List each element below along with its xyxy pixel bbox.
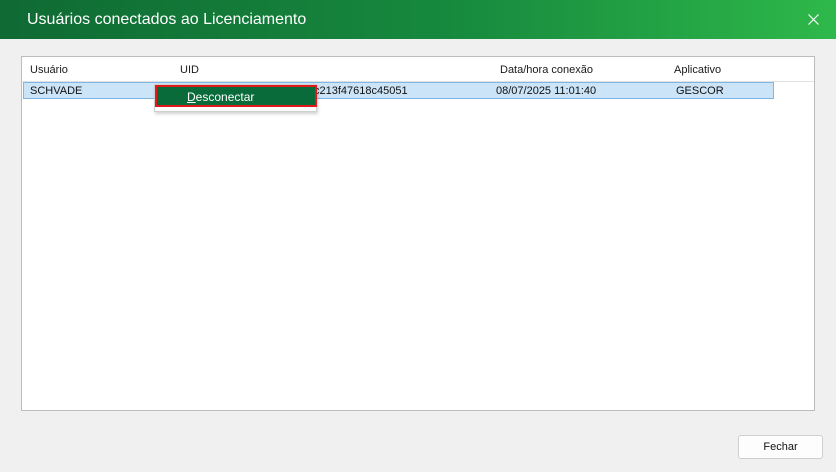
- close-button[interactable]: [790, 0, 836, 39]
- column-header-uid[interactable]: UID: [180, 64, 199, 76]
- cell-uid: c213f47618c45051: [314, 85, 408, 97]
- column-header-usuario[interactable]: Usuário: [30, 64, 68, 76]
- window-title: Usuários conectados ao Licenciamento: [27, 11, 307, 28]
- cell-aplicativo: GESCOR: [676, 85, 724, 97]
- title-bar: Usuários conectados ao Licenciamento: [0, 0, 836, 39]
- menu-item-desconectar[interactable]: Desconectar: [155, 85, 317, 107]
- fechar-button[interactable]: Fechar: [738, 435, 823, 459]
- column-header-aplicativo[interactable]: Aplicativo: [674, 64, 721, 76]
- table-row[interactable]: SCHVADE c213f47618c45051 08/07/2025 11:0…: [23, 82, 774, 99]
- users-grid[interactable]: Usuário UID Data/hora conexão Aplicativo…: [21, 56, 815, 411]
- close-icon: [807, 14, 819, 25]
- column-header-data-hora[interactable]: Data/hora conexão: [500, 64, 593, 76]
- cell-usuario: SCHVADE: [30, 85, 83, 97]
- grid-header: Usuário UID Data/hora conexão Aplicativo: [22, 57, 814, 82]
- cell-data-hora: 08/07/2025 11:01:40: [496, 85, 597, 97]
- context-menu: Desconectar: [154, 84, 317, 112]
- menu-item-label: Desconectar: [187, 90, 255, 104]
